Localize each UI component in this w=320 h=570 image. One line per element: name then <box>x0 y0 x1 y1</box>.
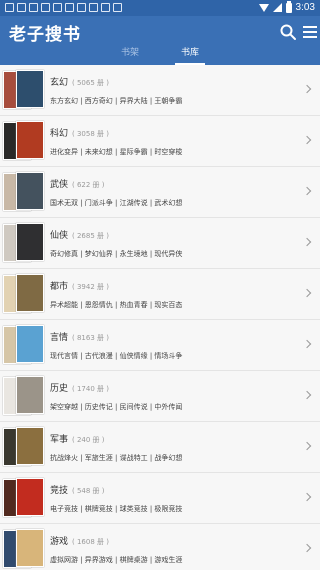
notification-icon <box>89 3 98 12</box>
category-row-junshi[interactable]: 军事 ( 240 册 ) 抗战烽火 | 军旅生涯 | 谍战特工 | 战争幻想 <box>0 422 320 473</box>
book-cover <box>16 427 44 465</box>
book-covers <box>3 527 47 570</box>
clock: 3:03 <box>295 2 315 13</box>
book-count: ( 2685 册 ) <box>72 231 109 240</box>
category-name: 武侠 <box>50 179 69 190</box>
notification-icons <box>5 3 122 12</box>
category-row-xianxia[interactable]: 仙侠 ( 2685 册 ) 奇幻修真 | 梦幻仙界 | 永生境地 | 现代异侠 <box>0 218 320 269</box>
book-covers <box>3 170 47 214</box>
subcategories: 进化变异 | 未来幻想 | 星际争霸 | 时空穿梭 <box>50 147 183 156</box>
notification-icon <box>17 3 26 12</box>
subcategories: 架空穿越 | 历史传记 | 民间传说 | 中外传闻 <box>50 402 183 411</box>
category-row-jingji[interactable]: 竞技 ( 548 册 ) 电子竞技 | 棋牌竞技 | 球类竞技 | 极限竞技 <box>0 473 320 524</box>
book-cover <box>16 325 44 363</box>
subcategories: 虚拟网游 | 异界游戏 | 棋牌桌游 | 游戏生涯 <box>50 555 183 564</box>
notification-icon <box>29 3 38 12</box>
book-covers <box>3 119 47 163</box>
book-count: ( 1740 册 ) <box>72 384 109 393</box>
notification-icon <box>53 3 62 12</box>
book-covers <box>3 476 47 520</box>
tab-library[interactable]: 书库 <box>160 46 220 65</box>
category-name: 历史 <box>50 383 69 394</box>
book-cover <box>16 121 44 159</box>
category-row-youxi[interactable]: 游戏 ( 1608 册 ) 虚拟网游 | 异界游戏 | 棋牌桌游 | 游戏生涯 <box>0 524 320 570</box>
app-bar: 老子搜书 书架 书库 <box>0 16 320 65</box>
book-cover <box>16 172 44 210</box>
category-name: 言情 <box>50 332 69 343</box>
notification-icon <box>41 3 50 12</box>
book-cover <box>16 376 44 414</box>
book-count: ( 3942 册 ) <box>72 282 109 291</box>
category-name: 科幻 <box>50 128 69 139</box>
book-covers <box>3 425 47 469</box>
category-name: 玄幻 <box>50 77 69 88</box>
book-cover <box>16 529 44 567</box>
subcategories: 现代言情 | 古代浪漫 | 仙侠情缘 | 情场斗争 <box>50 351 183 360</box>
category-row-yanqing[interactable]: 言情 ( 8163 册 ) 现代言情 | 古代浪漫 | 仙侠情缘 | 情场斗争 <box>0 320 320 371</box>
book-covers <box>3 272 47 316</box>
category-name: 军事 <box>50 434 69 445</box>
book-count: ( 8163 册 ) <box>72 333 109 342</box>
book-count: ( 622 册 ) <box>72 180 105 189</box>
subcategories: 电子竞技 | 棋牌竞技 | 球类竞技 | 极限竞技 <box>50 504 183 513</box>
book-count: ( 1608 册 ) <box>72 537 109 546</box>
notification-icon <box>113 3 122 12</box>
book-cover <box>16 70 44 108</box>
book-covers <box>3 68 47 112</box>
category-name: 仙侠 <box>50 230 69 241</box>
book-cover <box>16 274 44 312</box>
category-list: 玄幻 ( 5065 册 ) 东方玄幻 | 西方奇幻 | 异界大陆 | 王朝争霸 … <box>0 65 320 570</box>
book-count: ( 3058 册 ) <box>72 129 109 138</box>
book-count: ( 240 册 ) <box>72 435 105 444</box>
search-icon[interactable] <box>279 23 297 41</box>
book-count: ( 548 册 ) <box>72 486 105 495</box>
book-cover <box>16 478 44 516</box>
subcategories: 异术超能 | 恩怨情仇 | 热血青春 | 现实百态 <box>50 300 183 309</box>
book-count: ( 5065 册 ) <box>72 78 109 87</box>
book-covers <box>3 221 47 265</box>
category-row-kehuan[interactable]: 科幻 ( 3058 册 ) 进化变异 | 未来幻想 | 星际争霸 | 时空穿梭 <box>0 116 320 167</box>
book-covers <box>3 374 47 418</box>
notification-icon <box>65 3 74 12</box>
status-bar: 3:03 <box>0 0 320 16</box>
category-name: 竞技 <box>50 485 69 496</box>
system-status: 3:03 <box>258 0 315 13</box>
notification-icon <box>5 3 14 12</box>
notification-icon <box>77 3 86 12</box>
notification-icon <box>101 3 110 12</box>
category-row-dushi[interactable]: 都市 ( 3942 册 ) 异术超能 | 恩怨情仇 | 热血青春 | 现实百态 <box>0 269 320 320</box>
app-logo: 老子搜书 <box>9 25 81 45</box>
tab-bar: 书架 书库 <box>100 46 220 65</box>
book-covers <box>3 323 47 367</box>
category-name: 游戏 <box>50 536 69 547</box>
subcategories: 东方玄幻 | 西方奇幻 | 异界大陆 | 王朝争霸 <box>50 96 183 105</box>
signal-icon <box>272 3 282 12</box>
battery-icon <box>285 0 292 13</box>
tab-bookshelf[interactable]: 书架 <box>100 46 160 65</box>
category-row-xuanhuan[interactable]: 玄幻 ( 5065 册 ) 东方玄幻 | 西方奇幻 | 异界大陆 | 王朝争霸 <box>0 65 320 116</box>
subcategories: 国术无双 | 门派斗争 | 江湖传说 | 武术幻想 <box>50 198 183 207</box>
menu-icon[interactable] <box>301 23 319 41</box>
subcategories: 奇幻修真 | 梦幻仙界 | 永生境地 | 现代异侠 <box>50 249 183 258</box>
book-cover <box>16 223 44 261</box>
category-name: 都市 <box>50 281 69 292</box>
category-row-lishi[interactable]: 历史 ( 1740 册 ) 架空穿越 | 历史传记 | 民间传说 | 中外传闻 <box>0 371 320 422</box>
wifi-icon <box>258 3 269 12</box>
subcategories: 抗战烽火 | 军旅生涯 | 谍战特工 | 战争幻想 <box>50 453 183 462</box>
category-row-wuxia[interactable]: 武侠 ( 622 册 ) 国术无双 | 门派斗争 | 江湖传说 | 武术幻想 <box>0 167 320 218</box>
